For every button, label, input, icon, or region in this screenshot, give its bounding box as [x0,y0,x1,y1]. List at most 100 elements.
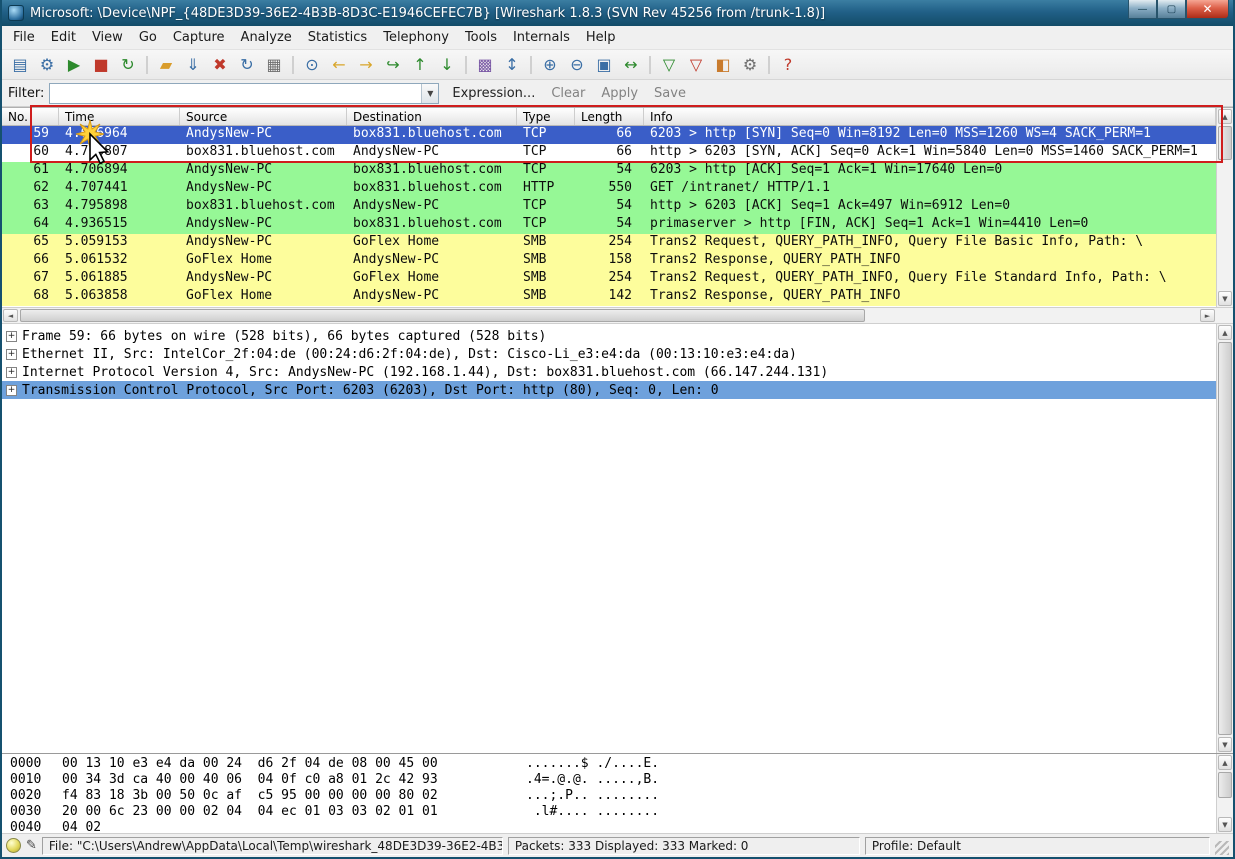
go-to-bottom-icon[interactable]: ↓ [434,53,460,77]
packet-detail-row[interactable]: + Frame 59: 66 bytes on wire (528 bits),… [2,327,1216,345]
scrollbar-thumb[interactable] [1218,126,1232,160]
minimize-button[interactable]: — [1128,0,1157,19]
packet-row[interactable]: 63 4.795898 box831.bluehost.com AndysNew… [2,198,1216,216]
capture-filters-icon[interactable]: ▽ [656,53,682,77]
packet-row[interactable]: 59 4.696964 AndysNew-PC box831.bluehost.… [2,126,1216,144]
list-interfaces-icon[interactable]: ▤ [7,53,33,77]
packet-row[interactable]: 66 5.061532 GoFlex Home AndysNew-PC SMB … [2,252,1216,270]
packet-detail-row[interactable]: + Ethernet II, Src: IntelCor_2f:04:de (0… [2,345,1216,363]
packet-row[interactable]: 68 5.063858 GoFlex Home AndysNew-PC SMB … [2,288,1216,306]
menu-item-help[interactable]: Help [578,27,624,48]
hex-row[interactable]: 0030 20 00 6c 23 00 00 02 04 04 ec 01 03… [10,804,1233,820]
packet-row[interactable]: 61 4.706894 AndysNew-PC box831.bluehost.… [2,162,1216,180]
clear-button[interactable]: Clear [543,84,593,103]
help-icon[interactable]: ? [775,53,801,77]
filter-bar: Filter: ▼ Expression...ClearApplySave [2,80,1233,107]
display-filters-icon[interactable]: ▽ [683,53,709,77]
menu-item-telephony[interactable]: Telephony [375,27,457,48]
menu-item-analyze[interactable]: Analyze [233,27,300,48]
packet-row[interactable]: 60 4.706807 box831.bluehost.com AndysNew… [2,144,1216,162]
expander-icon[interactable]: + [6,367,17,378]
column-time[interactable]: Time [59,108,180,125]
close-file-icon[interactable]: ✖ [207,53,233,77]
hex-row[interactable]: 0000 00 13 10 e3 e4 da 00 24 d6 2f 04 de… [10,756,1233,772]
expression-button[interactable]: Expression... [444,84,543,103]
zoom-out-icon[interactable]: ⊖ [564,53,590,77]
save-file-icon[interactable]: ⇓ [180,53,206,77]
print-icon[interactable]: ▦ [261,53,287,77]
zoom-100-icon[interactable]: ▣ [591,53,617,77]
scroll-down-button[interactable]: ▼ [1218,817,1232,832]
menu-item-statistics[interactable]: Statistics [300,27,375,48]
capture-restart-icon[interactable]: ↻ [115,53,141,77]
hex-row[interactable]: 0020 f4 83 18 3b 00 50 0c af c5 95 00 00… [10,788,1233,804]
menu-item-internals[interactable]: Internals [505,27,578,48]
go-to-top-icon[interactable]: ↑ [407,53,433,77]
zoom-in-icon[interactable]: ⊕ [537,53,563,77]
apply-button[interactable]: Apply [593,84,646,103]
expert-info-icon[interactable] [6,838,21,853]
column-type[interactable]: Type [517,108,575,125]
column-no[interactable]: No. [2,108,59,125]
hscrollbar-thumb[interactable] [20,309,865,322]
packet-list-hscrollbar[interactable]: ◄ ► [2,307,1233,324]
packet-row[interactable]: 67 5.061885 AndysNew-PC GoFlex Home SMB … [2,270,1216,288]
packet-row[interactable]: 62 4.707441 AndysNew-PC box831.bluehost.… [2,180,1216,198]
go-to-packet-icon[interactable]: ↪ [380,53,406,77]
column-source[interactable]: Source [180,108,347,125]
scroll-up-button[interactable]: ▲ [1218,325,1232,340]
go-back-icon[interactable]: ← [326,53,352,77]
hex-row[interactable]: 0040 04 02 [10,820,1233,833]
scroll-up-button[interactable]: ▲ [1218,109,1232,124]
capture-stop-icon[interactable]: ■ [88,53,114,77]
autoscroll-icon[interactable]: ↕ [499,53,525,77]
status-profile-panel[interactable]: Profile: Default [865,837,1210,855]
scroll-down-button[interactable]: ▼ [1218,737,1232,752]
expander-icon[interactable]: + [6,331,17,342]
packet-row[interactable]: 65 5.059153 AndysNew-PC GoFlex Home SMB … [2,234,1216,252]
filter-dropdown-button[interactable]: ▼ [421,84,438,103]
details-scrollbar[interactable]: ▲ ▼ [1216,324,1233,753]
maximize-button[interactable]: ▢ [1157,0,1186,19]
scroll-left-button[interactable]: ◄ [3,309,18,322]
colorize-list-icon[interactable]: ▩ [472,53,498,77]
column-destination[interactable]: Destination [347,108,517,125]
column-info[interactable]: Info [644,108,1216,125]
scrollbar-thumb[interactable] [1218,342,1232,735]
go-forward-icon[interactable]: → [353,53,379,77]
reload-file-icon[interactable]: ↻ [234,53,260,77]
close-button[interactable]: ✕ [1186,0,1229,19]
coloring-rules-icon[interactable]: ◧ [710,53,736,77]
hex-row[interactable]: 0010 00 34 3d ca 40 00 40 06 04 0f c0 a8… [10,772,1233,788]
scrollbar-thumb[interactable] [1218,772,1232,798]
main-toolbar: ▤⚙▶■↻▰⇓✖↻▦⊙←→↪↑↓▩↕⊕⊖▣↔▽▽◧⚙? [2,50,1233,80]
separator [465,56,467,74]
save-button[interactable]: Save [646,84,694,103]
column-length[interactable]: Length [575,108,644,125]
expander-icon[interactable]: + [6,349,17,360]
capture-start-icon[interactable]: ▶ [61,53,87,77]
packet-list-scrollbar[interactable]: ▲ ▼ [1216,108,1233,307]
menu-item-go[interactable]: Go [131,27,165,48]
capture-options-icon[interactable]: ⚙ [34,53,60,77]
scroll-down-button[interactable]: ▼ [1218,291,1232,306]
preferences-icon[interactable]: ⚙ [737,53,763,77]
menu-item-file[interactable]: File [5,27,43,48]
filter-input[interactable] [50,84,421,103]
packet-detail-row[interactable]: + Transmission Control Protocol, Src Por… [2,381,1216,399]
scroll-up-button[interactable]: ▲ [1218,755,1232,770]
packet-detail-row[interactable]: + Internet Protocol Version 4, Src: Andy… [2,363,1216,381]
packet-row[interactable]: 64 4.936515 AndysNew-PC box831.bluehost.… [2,216,1216,234]
resize-columns-icon[interactable]: ↔ [618,53,644,77]
find-packet-icon[interactable]: ⊙ [299,53,325,77]
menu-item-edit[interactable]: Edit [43,27,84,48]
edit-comment-icon[interactable]: ✎ [26,838,37,853]
expander-icon[interactable]: + [6,385,17,396]
menu-item-capture[interactable]: Capture [165,27,233,48]
hex-scrollbar[interactable]: ▲ ▼ [1216,754,1233,833]
menu-item-view[interactable]: View [84,27,131,48]
resize-grip[interactable] [1215,841,1229,855]
open-file-icon[interactable]: ▰ [153,53,179,77]
scroll-right-button[interactable]: ► [1200,309,1215,322]
menu-item-tools[interactable]: Tools [457,27,505,48]
